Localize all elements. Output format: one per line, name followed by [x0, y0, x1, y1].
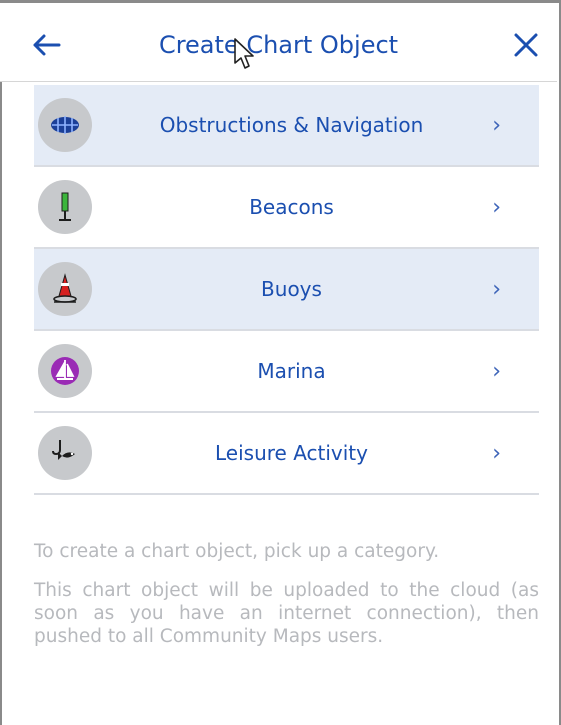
chevron-right-icon: ›: [492, 440, 501, 466]
category-list: Obstructions & Navigation › Beacons › Bu…: [34, 85, 539, 495]
help-instruction: To create a chart object, pick up a cate…: [34, 541, 440, 562]
dialog-header: Create Chart Object: [0, 3, 557, 82]
obstruction-icon: [38, 98, 92, 152]
help-text: To create a chart object, pick up a cate…: [34, 540, 539, 664]
category-row-leisure-activity[interactable]: Leisure Activity ›: [34, 413, 539, 495]
page-title: Create Chart Object: [158, 31, 399, 59]
buoy-icon: [38, 262, 92, 316]
chevron-right-icon: ›: [492, 276, 501, 302]
back-button[interactable]: [26, 27, 66, 63]
category-row-obstructions-navigation[interactable]: Obstructions & Navigation ›: [34, 85, 539, 167]
chevron-right-icon: ›: [492, 358, 501, 384]
back-arrow-icon: [33, 34, 61, 56]
category-label: Beacons: [249, 195, 334, 219]
category-label: Buoys: [261, 277, 322, 301]
chevron-right-icon: ›: [492, 112, 501, 138]
help-upload-note: This chart object will be uploaded to th…: [34, 580, 539, 647]
category-row-beacons[interactable]: Beacons ›: [34, 167, 539, 249]
leisure-activity-icon: [38, 426, 92, 480]
chevron-right-icon: ›: [492, 194, 501, 220]
close-icon: [514, 33, 538, 57]
category-label: Marina: [257, 359, 326, 383]
category-row-buoys[interactable]: Buoys ›: [34, 249, 539, 331]
mouse-cursor-icon: [234, 38, 254, 69]
category-label: Leisure Activity: [215, 441, 368, 465]
marina-icon: [38, 344, 92, 398]
beacon-icon: [38, 180, 92, 234]
close-button[interactable]: [506, 27, 546, 63]
category-label: Obstructions & Navigation: [159, 113, 424, 137]
category-row-marina[interactable]: Marina ›: [34, 331, 539, 413]
